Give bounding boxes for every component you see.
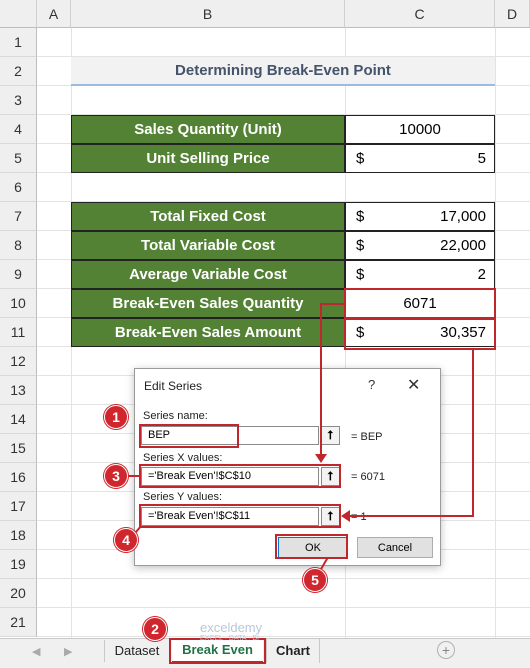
series-x-label: Series X values: [143,452,223,464]
label-sales-quantity[interactable]: Sales Quantity (Unit) [71,115,345,144]
connector-badge-3 [127,475,139,477]
row-header[interactable]: 9 [0,260,37,289]
row-header[interactable]: 21 [0,608,37,637]
highlight-c10 [344,288,496,319]
connector-x [320,303,322,456]
highlight-series-name [139,424,239,448]
row-header[interactable]: 20 [0,579,37,608]
series-y-result: = 1 [351,511,367,523]
scroll-tabs-left-icon[interactable]: ◀ [32,645,40,658]
row-header[interactable]: 13 [0,376,37,405]
connector-y [472,349,474,517]
add-sheet-button[interactable]: + [437,641,455,659]
connector-y [350,515,474,517]
connector-x [320,303,344,305]
value-text: 17,000 [440,208,486,225]
step-badge-2: 2 [143,617,167,641]
value-text: 5 [477,150,486,167]
row-header[interactable]: 19 [0,550,37,579]
row-header[interactable]: 11 [0,318,37,347]
value-average-variable-cost[interactable]: $2 [345,260,495,289]
scroll-tabs-right-icon[interactable]: ▶ [64,645,72,658]
help-button[interactable]: ? [368,377,375,392]
label-average-variable-cost[interactable]: Average Variable Cost [71,260,345,289]
highlight-series-x [139,464,341,488]
series-name-label: Series name: [143,410,208,422]
label-total-fixed-cost[interactable]: Total Fixed Cost [71,202,345,231]
dialog-title: Edit Series [144,379,203,393]
select-all-corner[interactable] [0,0,37,28]
row-header[interactable]: 18 [0,521,37,550]
row-header[interactable]: 10 [0,289,37,318]
currency-symbol: $ [356,266,365,283]
connector-arrow [341,510,350,522]
row-header[interactable]: 2 [0,57,37,86]
cancel-button[interactable]: Cancel [357,537,433,558]
column-header-b[interactable]: B [71,0,345,28]
gridline [37,636,530,637]
label-break-even-amount[interactable]: Break-Even Sales Amount [71,318,345,347]
collapse-arrow-icon: ⭡ [327,428,334,442]
sheet-title[interactable]: Determining Break-Even Point [71,57,495,86]
row-header[interactable]: 14 [0,405,37,434]
gridline [37,578,530,579]
tab-dataset[interactable]: Dataset [106,638,168,663]
column-header-a[interactable]: A [37,0,71,28]
tab-chart[interactable]: Chart [266,638,320,663]
column-header-c[interactable]: C [345,0,495,28]
value-total-fixed-cost[interactable]: $17,000 [345,202,495,231]
label-unit-selling-price[interactable]: Unit Selling Price [71,144,345,173]
series-y-label: Series Y values: [143,491,223,503]
step-badge-1: 1 [104,405,128,429]
watermark-logo: exceldemy EXCEL · DATA · BI [200,620,263,642]
highlight-c11 [344,318,496,350]
step-badge-5: 5 [303,568,327,592]
gridline [37,607,530,608]
currency-symbol: $ [356,150,365,167]
series-x-result: = 6071 [351,471,385,483]
highlight-ok [275,534,348,559]
row-header[interactable]: 5 [0,144,37,173]
series-name-result: = BEP [351,431,383,443]
row-header[interactable]: 17 [0,492,37,521]
value-total-variable-cost[interactable]: $22,000 [345,231,495,260]
step-badge-4: 4 [114,528,138,552]
row-header[interactable]: 15 [0,434,37,463]
collapse-series-name-button[interactable]: ⭡ [321,426,340,445]
row-header[interactable]: 3 [0,86,37,115]
row-header[interactable]: 8 [0,231,37,260]
row-header[interactable]: 6 [0,173,37,202]
close-icon[interactable]: ✕ [407,375,420,395]
step-badge-3: 3 [104,464,128,488]
row-header[interactable]: 7 [0,202,37,231]
currency-symbol: $ [356,208,365,225]
connector-arrow [315,454,327,463]
row-header[interactable]: 16 [0,463,37,492]
value-text: 2 [477,266,486,283]
currency-symbol: $ [356,237,365,254]
row-header[interactable]: 1 [0,28,37,57]
row-header[interactable]: 4 [0,115,37,144]
value-text: 22,000 [440,237,486,254]
value-text: 10000 [399,121,441,138]
value-unit-selling-price[interactable]: $5 [345,144,495,173]
label-total-variable-cost[interactable]: Total Variable Cost [71,231,345,260]
column-header-d[interactable]: D [495,0,530,28]
highlight-series-y [139,504,341,528]
value-sales-quantity[interactable]: 10000 [345,115,495,144]
label-break-even-quantity[interactable]: Break-Even Sales Quantity [71,289,345,318]
row-header[interactable]: 12 [0,347,37,376]
